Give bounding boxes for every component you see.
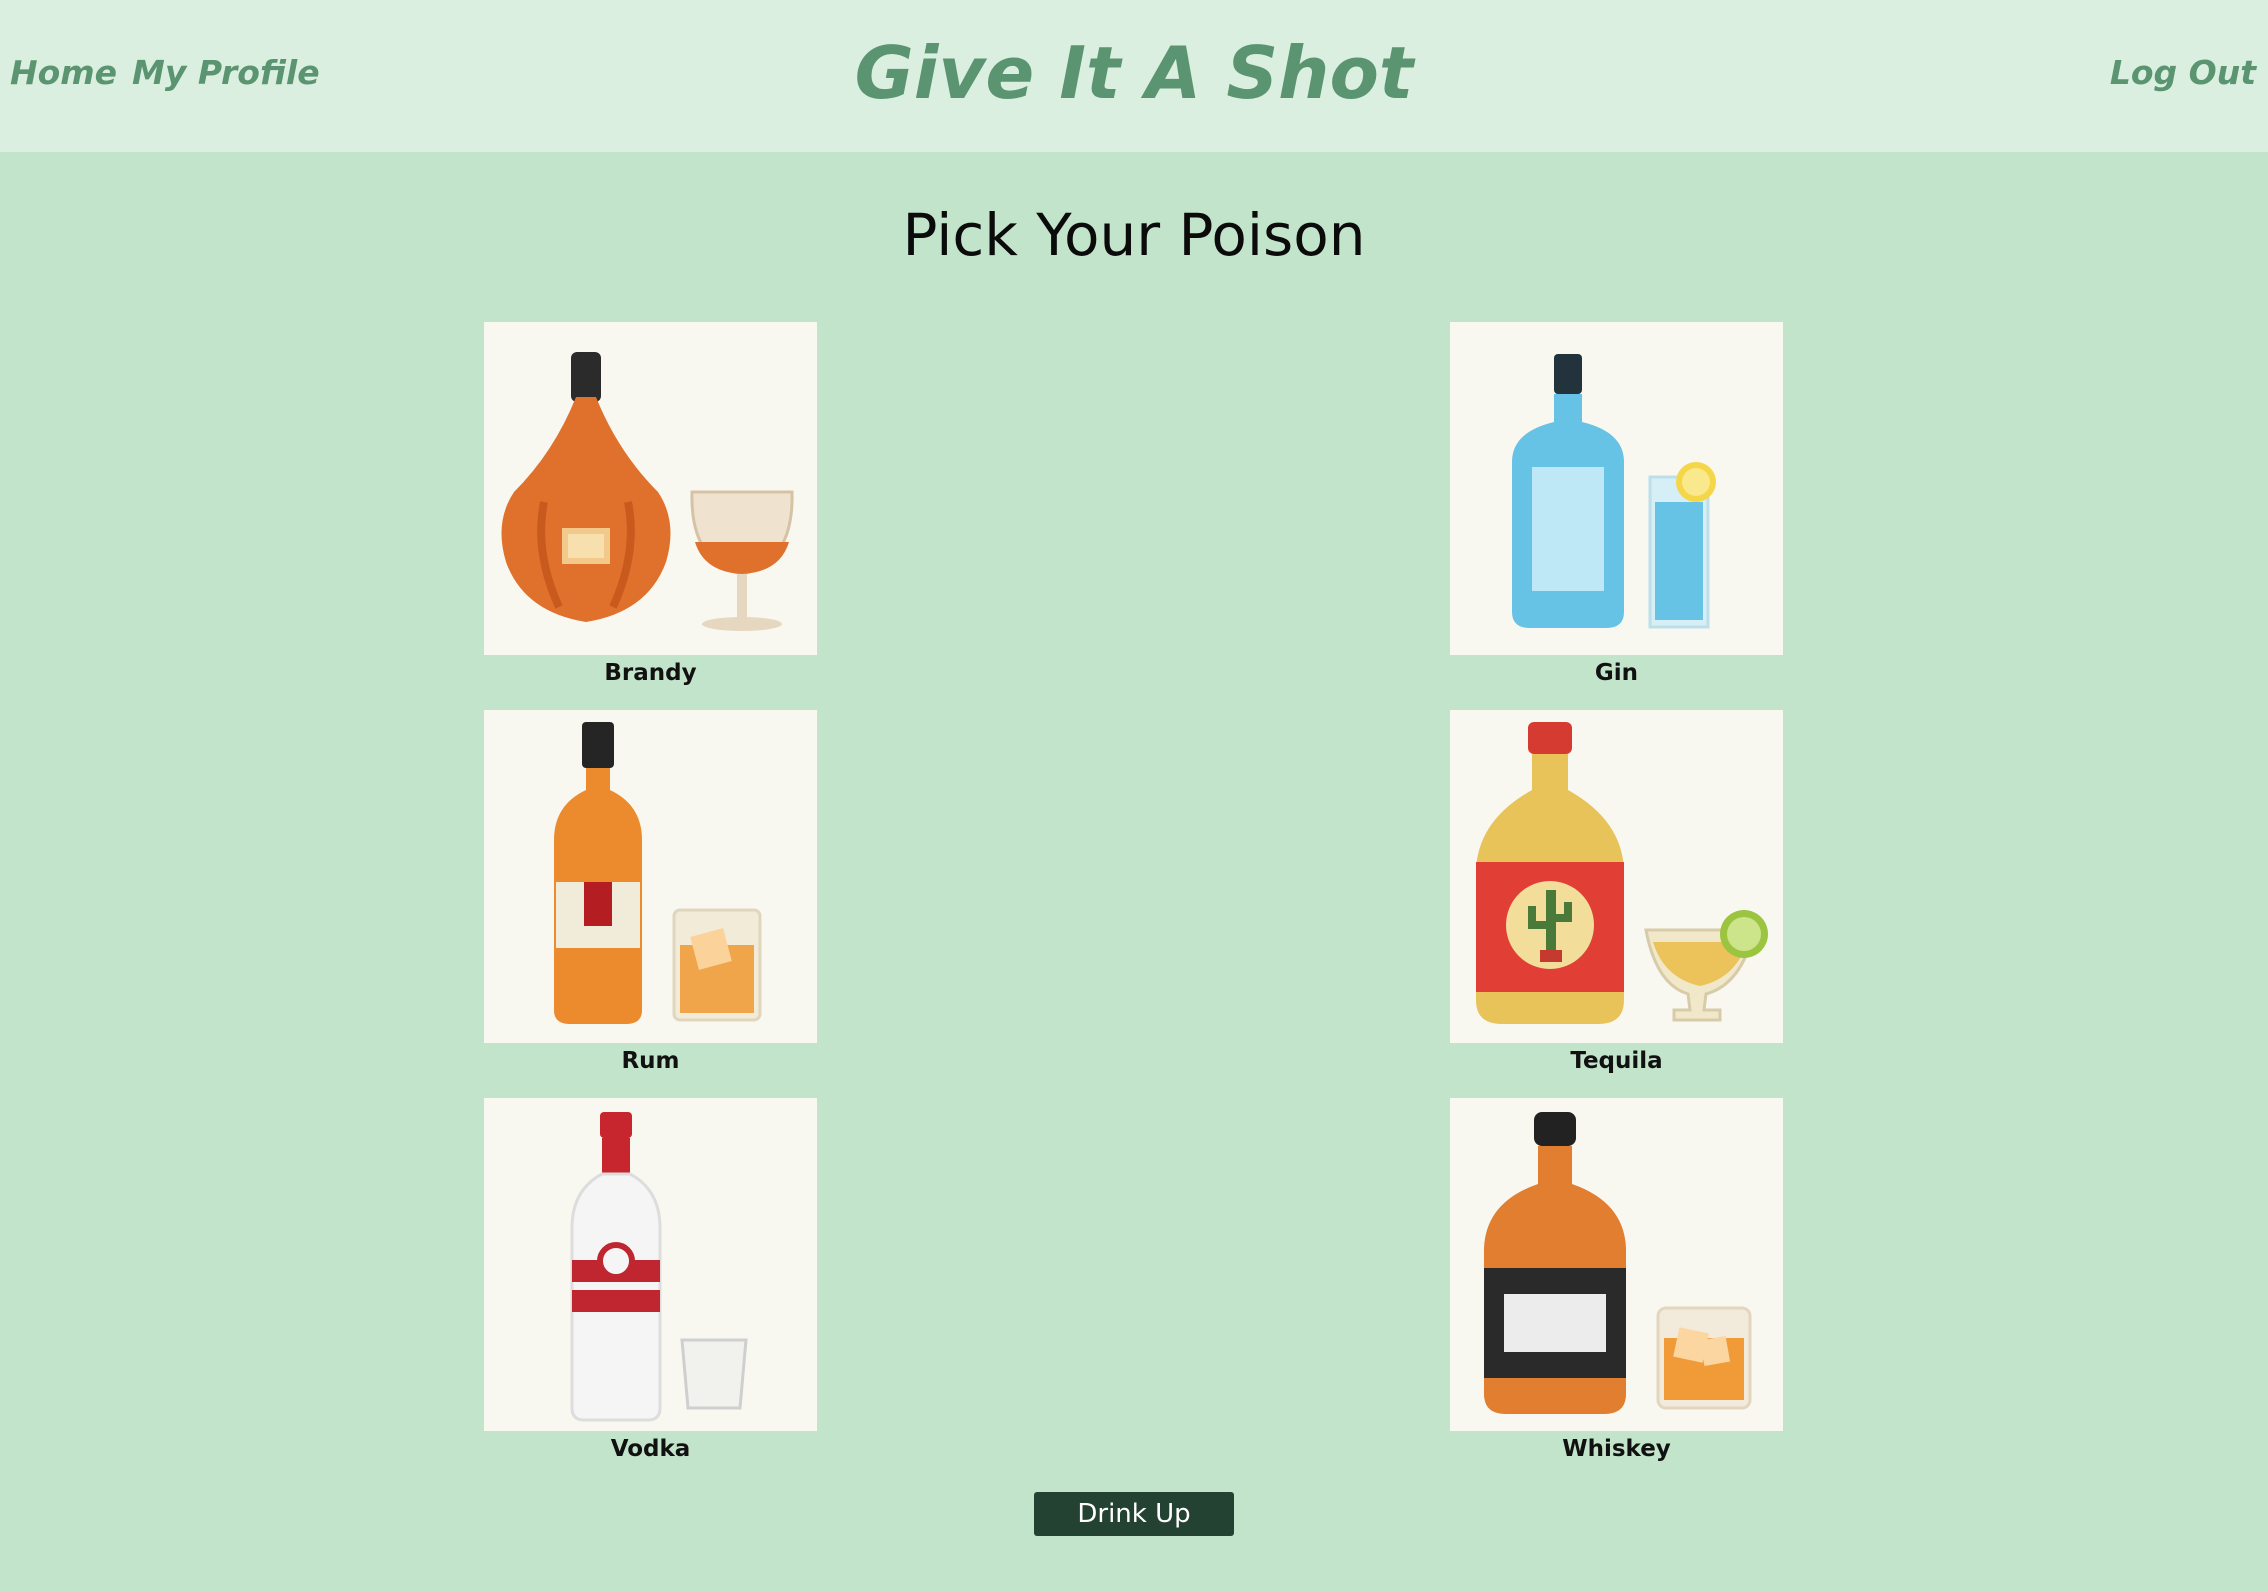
vodka-bottle-icon [484,1098,817,1431]
site-title: Give It A Shot [854,31,1414,115]
drink-up-button[interactable]: Drink Up [1034,1492,1234,1536]
nav-log-out-link[interactable]: Log Out [2110,50,2256,96]
drink-card-tequila[interactable]: Tequila [1450,710,1783,1075]
drink-card-gin[interactable]: Gin [1450,322,1783,687]
drink-card-rum[interactable]: Rum [484,710,817,1075]
top-nav-bar: Home My Profile Give It A Shot Log Out [0,0,2268,152]
drink-card-brandy[interactable]: Brandy [484,322,817,687]
gin-bottle-icon [1450,322,1783,655]
whiskey-bottle-icon [1450,1098,1783,1431]
drink-card-whiskey[interactable]: Whiskey [1450,1098,1783,1463]
drink-label-whiskey: Whiskey [1562,1436,1671,1462]
drink-label-vodka: Vodka [610,1436,691,1462]
drink-label-rum: Rum [621,1048,680,1074]
nav-home-link[interactable]: Home [10,50,117,96]
drink-label-tequila: Tequila [1570,1048,1663,1074]
brandy-bottle-icon [484,322,817,655]
page-title: Pick Your Poison [902,201,1366,269]
drink-card-vodka[interactable]: Vodka [484,1098,817,1463]
nav-my-profile-link[interactable]: My Profile [132,50,320,96]
tequila-bottle-icon [1450,710,1783,1043]
drink-label-brandy: Brandy [604,660,697,686]
rum-bottle-icon [484,710,817,1043]
drink-label-gin: Gin [1594,660,1639,686]
